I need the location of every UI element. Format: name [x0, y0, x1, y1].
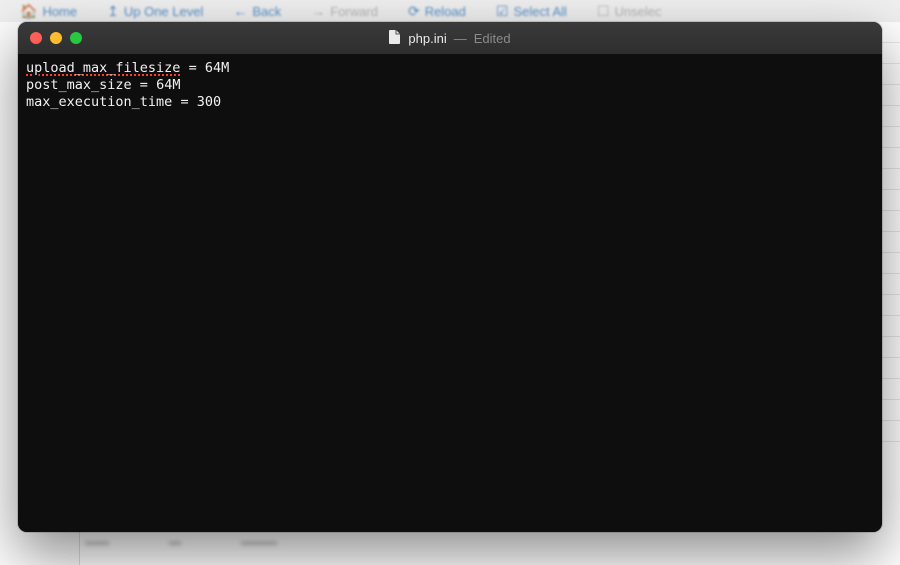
- toolbar-home[interactable]: 🏠 Home: [20, 3, 77, 20]
- background-footer: ▬▬▬▬▬▬: [85, 532, 735, 550]
- toolbar-forward-label: Forward: [330, 4, 378, 19]
- home-icon: 🏠: [20, 3, 37, 20]
- editor-content[interactable]: upload_max_filesize = 64Mpost_max_size =…: [18, 54, 882, 532]
- toolbar-unselect-label: Unselec: [615, 4, 662, 19]
- up-icon: ↥: [107, 3, 119, 20]
- forward-icon: →: [311, 3, 325, 19]
- window-title-separator: —: [454, 31, 467, 46]
- unselect-icon: ☐: [597, 3, 610, 20]
- toolbar-reload-label: Reload: [425, 4, 466, 19]
- toolbar-forward: → Forward: [311, 3, 378, 19]
- close-button[interactable]: [30, 32, 42, 44]
- toolbar-back-label: Back: [252, 4, 281, 19]
- toolbar-reload[interactable]: ⟳ Reload: [408, 3, 466, 20]
- toolbar-unselect: ☐ Unselec: [597, 3, 662, 20]
- toolbar-back[interactable]: ← Back: [233, 3, 281, 19]
- toolbar-home-label: Home: [42, 4, 77, 19]
- config-key[interactable]: upload_max_filesize: [26, 60, 180, 76]
- editor-line[interactable]: max_execution_time = 300: [26, 94, 874, 111]
- editor-line[interactable]: upload_max_filesize = 64M: [26, 60, 874, 77]
- background-toolbar: 🏠 Home ↥ Up One Level ← Back → Forward ⟳…: [0, 0, 900, 22]
- window-title: php.ini — Edited: [18, 22, 882, 54]
- reload-icon: ⟳: [408, 3, 420, 20]
- config-key[interactable]: max_execution_time: [26, 94, 172, 110]
- toolbar-select-all-label: Select All: [513, 4, 566, 19]
- config-value[interactable]: 64M: [156, 77, 180, 93]
- window-filename: php.ini: [408, 31, 446, 46]
- toolbar-up-label: Up One Level: [124, 4, 204, 19]
- back-icon: ←: [233, 3, 247, 19]
- toolbar-select-all[interactable]: ☑ Select All: [496, 3, 567, 20]
- editor-line[interactable]: post_max_size = 64M: [26, 77, 874, 94]
- select-all-icon: ☑: [496, 3, 509, 20]
- config-separator[interactable]: =: [180, 60, 204, 76]
- config-separator[interactable]: =: [132, 77, 156, 93]
- config-value[interactable]: 300: [197, 94, 221, 110]
- document-icon: [389, 30, 401, 46]
- config-value[interactable]: 64M: [205, 60, 229, 76]
- text-editor-window: php.ini — Edited upload_max_filesize = 6…: [18, 22, 882, 532]
- zoom-button[interactable]: [70, 32, 82, 44]
- config-separator[interactable]: =: [172, 94, 196, 110]
- window-edited-status: Edited: [474, 31, 511, 46]
- window-titlebar[interactable]: php.ini — Edited: [18, 22, 882, 54]
- config-key[interactable]: post_max_size: [26, 77, 132, 93]
- traffic-lights: [18, 32, 82, 44]
- toolbar-up[interactable]: ↥ Up One Level: [107, 3, 203, 20]
- minimize-button[interactable]: [50, 32, 62, 44]
